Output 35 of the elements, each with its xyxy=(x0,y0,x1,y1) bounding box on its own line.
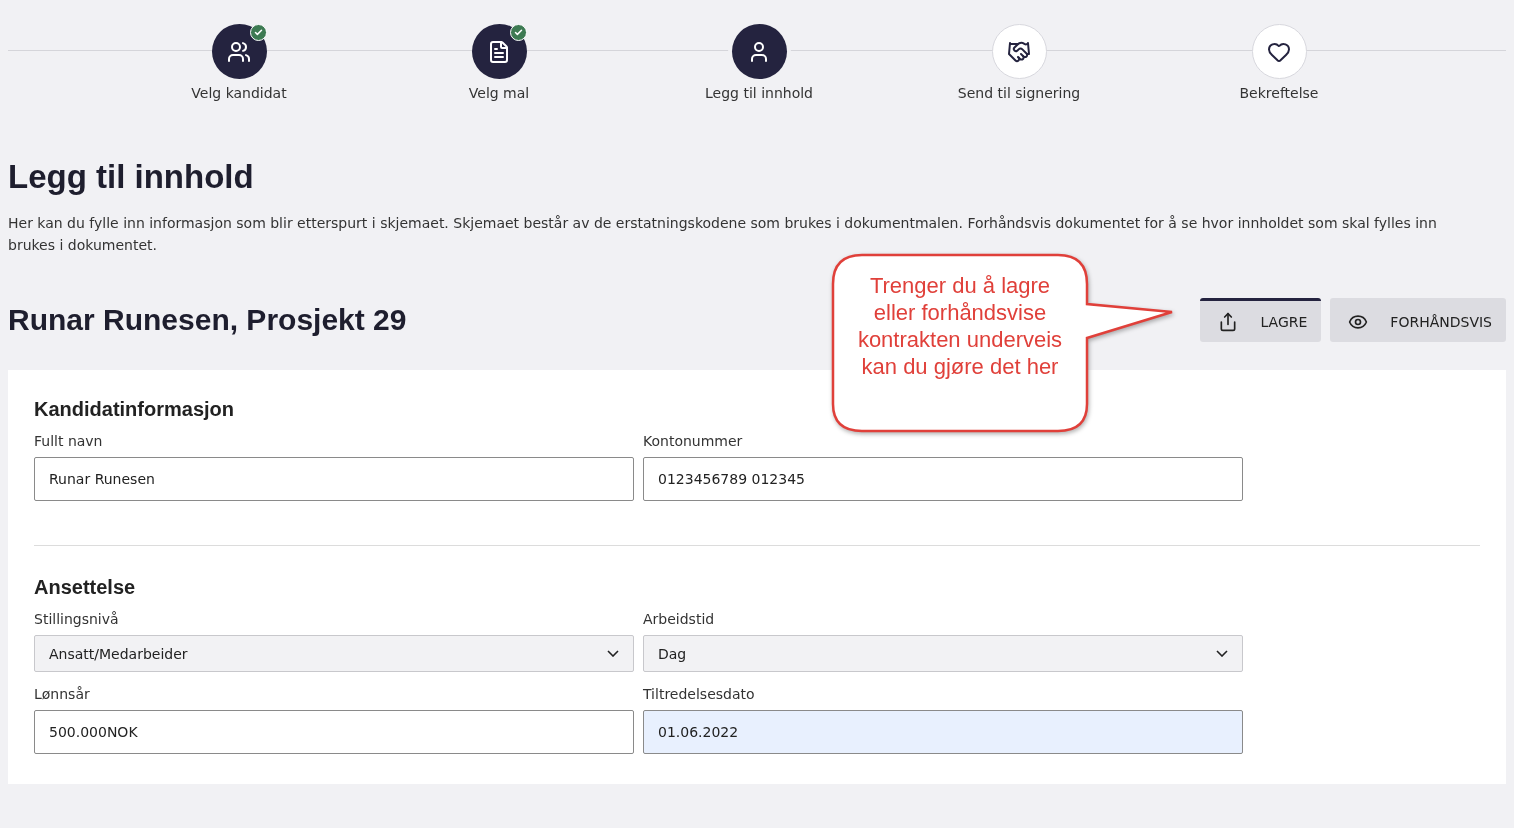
date-field[interactable]: 01.06.2022 xyxy=(643,710,1243,754)
select-field[interactable]: Dag xyxy=(643,635,1243,672)
field-label: Arbeidstid xyxy=(643,611,716,627)
check-icon xyxy=(249,24,267,41)
callout-text: Trenger du å lagre eller forhåndsvise kontrakten underveis kan du gjøre det her xyxy=(856,272,1064,380)
step-label: Legg til innhold xyxy=(705,85,813,101)
step-label: Send til signering xyxy=(957,85,1081,101)
page-title: Legg til innhold xyxy=(8,158,255,196)
step-label: Velg kandidat xyxy=(191,85,287,101)
step-label: Bekreftelse xyxy=(1239,85,1319,101)
intro-text: Her kan du fylle inn informasjon som blir etterspurt i skjemaet. Skjemaet består av de erstatningskodene som brukes i dokumentmalen. Forhåndsvis dokumentet for å se hvor innholdet som skal fylles inn brukes i dokumentet. xyxy=(8,214,1438,255)
action-button[interactable]: LAGRE xyxy=(1200,298,1322,342)
action-button[interactable]: FORHÅNDSVIS xyxy=(1330,298,1506,342)
field-label: Kontonummer xyxy=(643,433,744,449)
input-field[interactable]: 0123456789 012345 xyxy=(643,457,1243,501)
chevron-down-icon xyxy=(607,650,619,657)
step-icon xyxy=(487,39,511,64)
form-section-title: Kandidatinformasjon xyxy=(34,398,235,421)
chevron-down-icon xyxy=(1216,650,1228,657)
field-label: Tiltredelsesdato xyxy=(643,686,756,702)
step-icon xyxy=(227,39,251,64)
section-title: Runar Runesen, Prosjekt 29 xyxy=(8,303,407,337)
step-circle[interactable] xyxy=(471,24,527,79)
share-icon xyxy=(1218,311,1239,332)
form-section-title: Ansettelse xyxy=(34,576,137,599)
field-label: Stillingsnivå xyxy=(34,611,120,627)
select-field[interactable]: Ansatt/Medarbeider xyxy=(34,635,634,672)
input-field[interactable]: 500.000NOK xyxy=(34,710,634,754)
field-label: Lønnsår xyxy=(34,686,91,702)
field-label: Fullt navn xyxy=(34,433,104,449)
step-label: Velg mal xyxy=(468,85,530,101)
input-field[interactable]: Runar Runesen xyxy=(34,457,634,501)
step-circle[interactable] xyxy=(211,24,267,79)
step-icon xyxy=(1007,39,1031,64)
check-icon xyxy=(509,24,527,41)
